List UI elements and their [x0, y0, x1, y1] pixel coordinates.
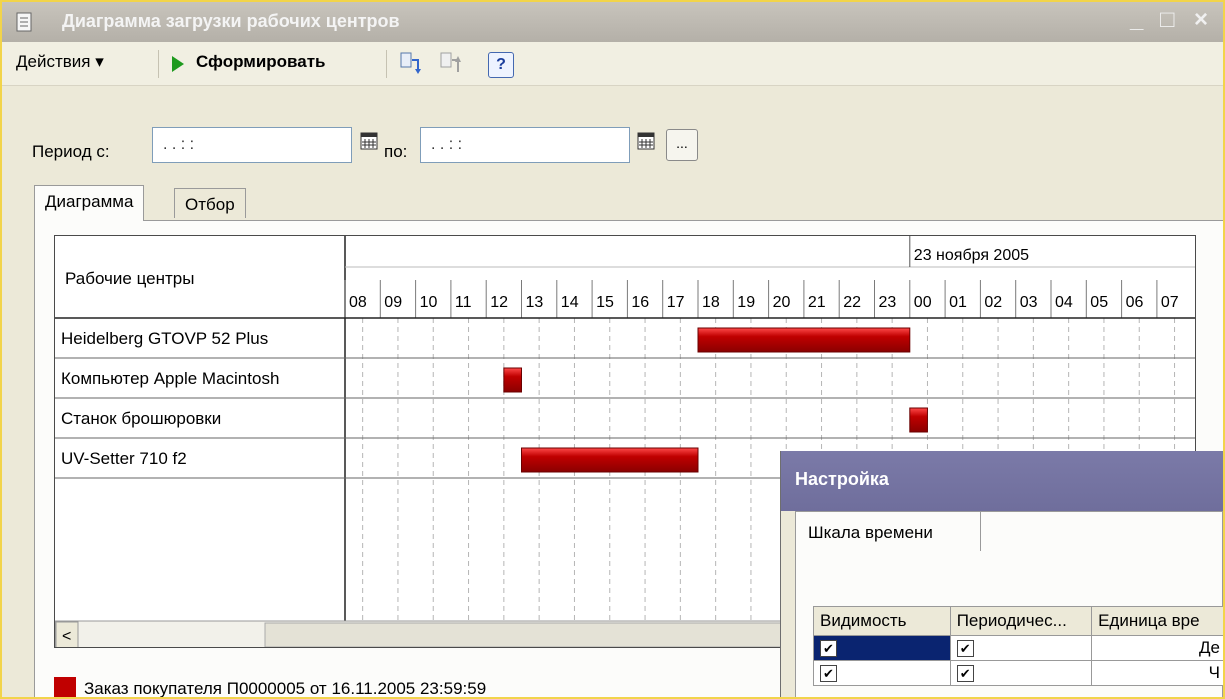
output-list-icon[interactable] — [398, 50, 424, 78]
row-label: UV-Setter 710 f2 — [61, 449, 187, 468]
visibility-cell[interactable]: ✔ — [813, 635, 951, 661]
dialog-tab-label: Шкала времени — [808, 523, 933, 542]
column-header[interactable]: Периодичес... — [949, 606, 1093, 636]
close-button[interactable]: × — [1194, 6, 1208, 34]
minimize-button[interactable]: _ — [1130, 6, 1143, 34]
row-header-label: Рабочие центры — [65, 269, 194, 288]
visibility-cell[interactable]: ✔ — [813, 660, 951, 686]
timescale-table: Видимость Периодичес... Единица вре ✔ ✔ … — [813, 606, 1223, 686]
actions-menu[interactable]: Действия ▾ — [16, 52, 104, 72]
toolbar-separator — [158, 50, 159, 78]
unit-cell[interactable]: Де — [1091, 635, 1223, 661]
toolbar: Действия ▾ Сформировать ? — [2, 42, 1223, 86]
hour-label: 07 — [1161, 294, 1179, 311]
hour-label: 06 — [1126, 294, 1144, 311]
periodic-cell[interactable]: ✔ — [949, 660, 1093, 686]
hour-label: 17 — [667, 294, 685, 311]
hour-label: 22 — [843, 294, 861, 311]
hour-label: 03 — [1020, 294, 1038, 311]
periodic-cell[interactable]: ✔ — [949, 635, 1093, 661]
legend-text: Заказ покупателя П0000005 от 16.11.2005 … — [84, 679, 487, 698]
help-button[interactable]: ? — [488, 52, 514, 78]
dialog-tab-timescale[interactable]: Шкала времени — [795, 511, 981, 551]
period-from-input[interactable]: . . : : — [152, 127, 352, 163]
document-icon — [16, 12, 32, 32]
help-label: ? — [496, 56, 506, 73]
scroll-left-arrow: < — [62, 628, 71, 645]
import-icon[interactable] — [438, 50, 464, 78]
toolbar-separator — [386, 50, 387, 78]
hour-label: 10 — [420, 294, 438, 311]
hour-label: 23 — [879, 294, 897, 311]
hour-label: 04 — [1055, 294, 1073, 311]
hour-label: 15 — [596, 294, 614, 311]
row-label: Станок брошюровки — [61, 409, 221, 428]
main-window: Диаграмма загрузки рабочих центров _ □ ×… — [0, 0, 1225, 699]
hour-label: 11 — [455, 294, 472, 311]
gantt-bar — [697, 327, 911, 353]
period-to-label: по: — [384, 142, 408, 161]
window-title: Диаграмма загрузки рабочих центров — [62, 11, 400, 31]
date-label: 23 ноября 2005 — [914, 247, 1029, 264]
checkbox[interactable]: ✔ — [820, 640, 837, 657]
column-header[interactable]: Видимость — [813, 606, 951, 636]
hour-label: 12 — [490, 294, 508, 311]
gantt-bar — [503, 367, 523, 393]
hour-label: 21 — [808, 294, 826, 311]
unit-cell[interactable]: Ч — [1091, 660, 1223, 686]
hour-label: 14 — [561, 294, 579, 311]
scroll-thumb — [264, 622, 786, 647]
hour-label: 00 — [914, 294, 932, 311]
play-icon — [172, 56, 184, 72]
column-header[interactable]: Единица вре — [1091, 606, 1223, 636]
legend-swatch — [54, 677, 76, 697]
maximize-button[interactable]: □ — [1160, 6, 1175, 34]
hour-label: 08 — [349, 294, 367, 311]
tab-diagram[interactable]: Диаграмма — [34, 185, 145, 221]
hour-label: 05 — [1090, 294, 1108, 311]
hour-label: 02 — [984, 294, 1002, 311]
legend: Заказ покупателя П0000005 от 16.11.2005 … — [54, 677, 487, 698]
row-label: Heidelberg GTOVP 52 Plus — [61, 329, 268, 348]
tab-filter[interactable]: Отбор — [174, 188, 246, 218]
select-period-button[interactable]: ... — [666, 129, 698, 161]
row-label: Компьютер Apple Macintosh — [61, 369, 279, 388]
table-header-row: Видимость Периодичес... Единица вре — [813, 606, 1223, 636]
settings-dialog: Настройка Шкала времени Видимость Период… — [780, 451, 1223, 697]
form-button[interactable]: Сформировать — [196, 52, 326, 72]
table-row[interactable]: ✔ ✔ Де — [813, 635, 1223, 661]
hour-label: 01 — [949, 294, 967, 311]
hour-label: 13 — [526, 294, 544, 311]
period-to-input[interactable]: . . : : — [420, 127, 630, 163]
gantt-bar — [909, 407, 928, 433]
table-row[interactable]: ✔ ✔ Ч — [813, 660, 1223, 686]
checkbox[interactable]: ✔ — [820, 665, 837, 682]
hour-label: 20 — [773, 294, 791, 311]
calendar-icon[interactable] — [636, 130, 658, 154]
title-bar: Диаграмма загрузки рабочих центров _ □ × — [2, 2, 1223, 42]
hour-label: 19 — [737, 294, 755, 311]
period-from-label: Период с: — [32, 142, 110, 161]
hour-label: 16 — [631, 294, 649, 311]
checkbox[interactable]: ✔ — [956, 640, 974, 657]
gantt-bar — [521, 447, 699, 473]
dialog-title[interactable]: Настройка — [781, 451, 1223, 511]
hour-label: 09 — [384, 294, 402, 311]
checkbox[interactable]: ✔ — [956, 665, 974, 682]
hour-label: 18 — [702, 294, 720, 311]
calendar-icon[interactable] — [359, 130, 381, 154]
